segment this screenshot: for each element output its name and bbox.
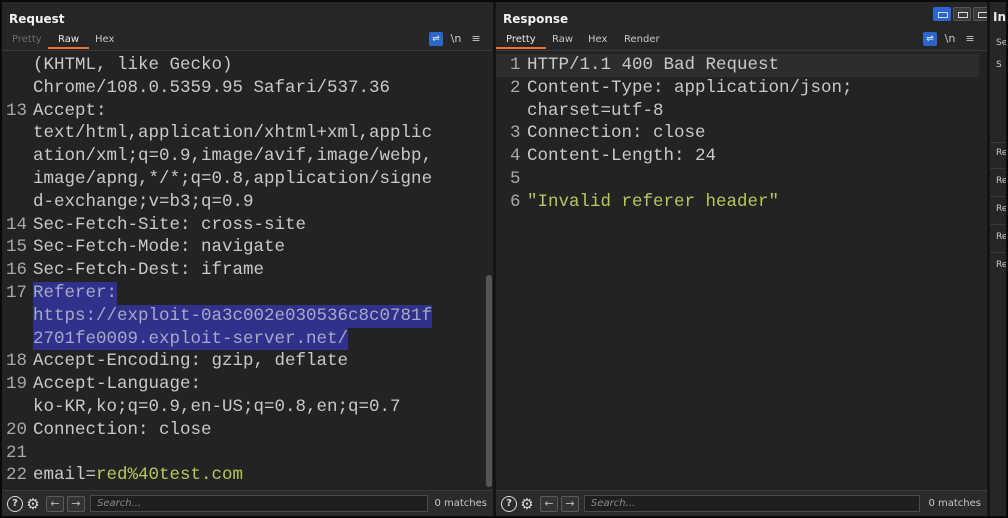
code-line: d-exchange;v=b3;q=0.9 [33, 191, 254, 212]
arrow-right-icon: → [71, 497, 81, 510]
request-code: (KHTML, like Gecko) Chrome/108.0.5359.95… [2, 54, 493, 487]
code-line: 5 [510, 168, 521, 189]
code-line-selected: 2701fe0009.exploit-server.net/ [2, 327, 493, 351]
response-editor-options: ⇌ \n ≡ [923, 32, 979, 48]
gear-icon[interactable]: ⚙ [25, 496, 41, 512]
response-tabs: Pretty Raw Hex Render [496, 32, 987, 49]
json-string: "Invalid referer header" [527, 191, 780, 212]
inspector-item[interactable]: Se [996, 38, 1006, 48]
code-line: 20 Connection: close [6, 419, 212, 440]
inspector-item[interactable]: S [996, 60, 1002, 70]
word-wrap-icon[interactable]: ⇌ [923, 32, 937, 46]
back-button[interactable]: ← [540, 496, 558, 512]
tab-pretty[interactable]: Pretty [12, 34, 42, 45]
help-icon[interactable]: ? [7, 496, 23, 512]
gear-icon[interactable]: ⚙ [519, 496, 535, 512]
arrow-left-icon: ← [50, 497, 60, 510]
response-panel: Response Pretty Raw Hex Render ⇌ \n ≡ 1H… [496, 2, 991, 516]
request-editor-options: ⇌ \n ≡ [429, 32, 485, 48]
code-line: 13 Accept: [6, 100, 107, 121]
selected-text: Referer: [33, 281, 118, 305]
code-line: 4 Content-Length: 24 [510, 146, 717, 167]
code-line: charset=utf-8 [527, 100, 664, 121]
code-line: 6 "Invalid referer header" [510, 191, 780, 212]
body-param-value: red%40test.com [96, 465, 244, 486]
inspector-title: In [993, 10, 1006, 24]
response-title: Response [503, 12, 569, 26]
match-count: 0 matches [928, 498, 981, 509]
show-newlines-icon[interactable]: \n [449, 32, 463, 46]
tab-raw[interactable]: Raw [552, 34, 573, 45]
code-line: ation/xml;q=0.9,image/avif,image/webp, [33, 146, 433, 167]
inspector-item[interactable]: Re [996, 260, 1006, 270]
code-line: 21 [6, 442, 28, 463]
tab-hex[interactable]: Hex [95, 34, 114, 45]
code-line: text/html,application/xhtml+xml,applic [33, 123, 433, 144]
tab-render[interactable]: Render [624, 34, 660, 45]
match-count: 0 matches [434, 498, 487, 509]
inspector-panel: In Se S Re Re Re Re Re [990, 2, 1006, 516]
code-line: 19 Accept-Language: [6, 374, 202, 395]
code-line-selected: https://exploit-0a3c002e030536c8c0781f [2, 304, 493, 328]
layout-stacked-button[interactable] [953, 7, 971, 21]
body-param-key: email= [33, 465, 97, 486]
response-search-bar: ? ⚙ ← → 0 matches [496, 490, 987, 516]
request-title: Request [9, 12, 65, 26]
code-line: 18 Accept-Encoding: gzip, deflate [6, 351, 349, 372]
request-editor[interactable]: (KHTML, like Gecko) Chrome/108.0.5359.95… [2, 51, 493, 490]
selected-text: https://exploit-0a3c002e030536c8c0781f [33, 304, 433, 328]
menu-icon[interactable]: ≡ [469, 32, 483, 46]
code-line: 14 Sec-Fetch-Site: cross-site [6, 214, 307, 235]
layout-side-by-side-button[interactable] [933, 7, 951, 21]
code-line: 2 Content-Type: application/json; [510, 77, 853, 98]
tab-hex[interactable]: Hex [588, 34, 607, 45]
code-line: ko-KR,ko;q=0.9,en-US;q=0.8,en;q=0.7 [33, 396, 401, 417]
search-input[interactable] [584, 495, 920, 512]
inspector-item[interactable]: Re [996, 176, 1006, 186]
code-line: Chrome/108.0.5359.95 Safari/537.36 [33, 77, 391, 98]
request-tabs: Pretty Raw Hex [2, 32, 493, 49]
request-scrollbar[interactable] [486, 275, 492, 487]
show-newlines-icon[interactable]: \n [943, 32, 957, 46]
arrow-right-icon: → [565, 497, 575, 510]
tab-raw[interactable]: Raw [47, 34, 90, 49]
code-line: image/apng,*/*;q=0.8,application/signe [33, 168, 433, 189]
request-panel: Request Pretty Raw Hex ⇌ \n ≡ (KHTML, li… [2, 2, 493, 516]
inspector-item[interactable]: Re [996, 232, 1006, 242]
code-line: 22 email=red%40test.com [6, 465, 244, 486]
code-line-selected: 17 Referer: [6, 281, 118, 305]
response-editor[interactable]: 1 HTTP/1.1 400 Bad Request 2 Content-Type:… [496, 51, 987, 490]
arrow-left-icon: ← [544, 497, 554, 510]
code-line: 1 HTTP/1.1 400 Bad Request [510, 55, 780, 75]
code-line: 16 Sec-Fetch-Dest: iframe [6, 260, 265, 281]
tab-pretty[interactable]: Pretty [496, 34, 546, 49]
word-wrap-icon[interactable]: ⇌ [429, 32, 443, 46]
code-line: 15 Sec-Fetch-Mode: navigate [6, 237, 286, 258]
inspector-item[interactable]: Re [996, 204, 1006, 214]
search-input[interactable] [90, 495, 428, 512]
response-code: 1 HTTP/1.1 400 Bad Request 2 Content-Type:… [496, 54, 987, 214]
code-line: 3 Connection: close [510, 123, 706, 144]
code-line: (KHTML, like Gecko) [33, 55, 233, 75]
menu-icon[interactable]: ≡ [963, 32, 977, 46]
forward-button[interactable]: → [67, 496, 85, 512]
inspector-item[interactable]: Re [996, 148, 1006, 158]
back-button[interactable]: ← [46, 496, 64, 512]
request-search-bar: ? ⚙ ← → 0 matches [2, 490, 493, 516]
forward-button[interactable]: → [561, 496, 579, 512]
selected-text: 2701fe0009.exploit-server.net/ [33, 327, 349, 351]
help-icon[interactable]: ? [501, 496, 517, 512]
layout-toggle [933, 7, 993, 21]
